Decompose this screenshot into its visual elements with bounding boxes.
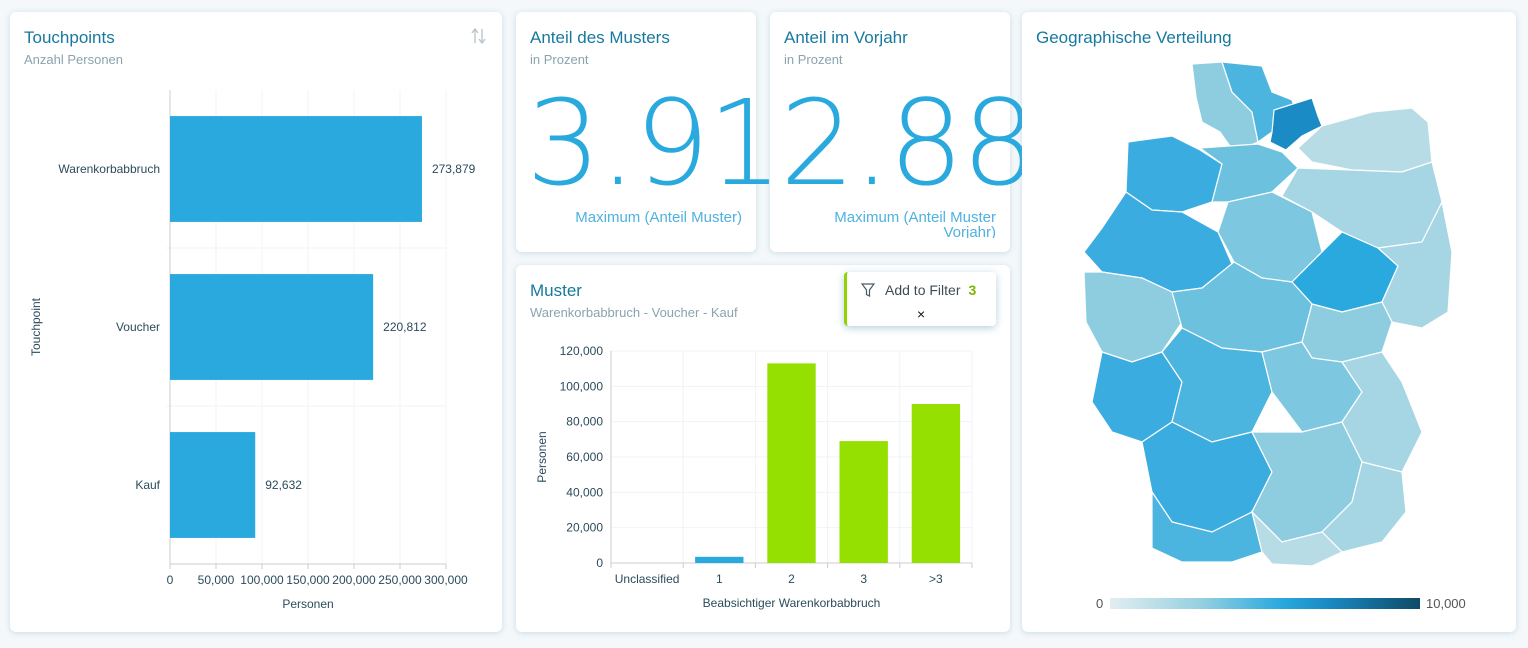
bar-value-label: 273,879 (432, 162, 476, 176)
card-title: Anteil des Musters (530, 28, 670, 47)
x-tick-label: Unclassified (615, 572, 680, 586)
y-tick-label: 80,000 (566, 415, 603, 429)
x-tick-label: 3 (860, 572, 867, 586)
bar-gt3 (911, 404, 961, 563)
y-tick-label: 100,000 (560, 379, 604, 393)
kpi-caption: Maximum (Anteil Muster) (575, 210, 742, 226)
x-tick-label: 200,000 (332, 573, 376, 587)
add-to-filter-label: Add to Filter (885, 282, 961, 298)
card-title: Anteil im Vorjahr (784, 28, 908, 47)
x-tick-label: 300,000 (424, 573, 468, 587)
y-tick-label: 120,000 (560, 344, 604, 358)
bar-warenkorbabbruch (170, 116, 422, 222)
germany-choropleth-map[interactable] (1022, 52, 1516, 612)
filter-count-badge: 3 (968, 282, 977, 298)
kpi-value: 2.88 (780, 74, 1037, 212)
muster-card: Muster Warenkorbabbruch - Voucher - Kauf… (516, 265, 1010, 632)
x-tick-label: 1 (716, 572, 723, 586)
legend-gradient-bar (1110, 598, 1420, 609)
geo-distribution-card: Geographische Verteilung 0 10,000 (1022, 12, 1516, 632)
x-tick-label: 0 (167, 573, 174, 587)
filter-funnel-icon (861, 282, 875, 297)
touchpoints-card: Touchpoints Anzahl Personen 0 50,000 100,0… (10, 12, 502, 632)
legend-min-label: 0 (1096, 596, 1104, 611)
legend-max-label: 10,000 (1426, 596, 1466, 611)
card-subtitle: in Prozent (530, 52, 589, 67)
bar-1 (695, 556, 744, 563)
y-tick-label: Kauf (135, 478, 160, 492)
y-tick-label: Voucher (116, 320, 160, 334)
kpi-value: 3.91 (526, 74, 783, 212)
x-axis-title: Beabsichtiger Warenkorbabbruch (703, 596, 881, 610)
anteil-muster-card: Anteil des Musters in Prozent 3.91 Maxim… (516, 12, 783, 252)
y-axis-title: Touchpoint (29, 297, 43, 356)
kpi-caption: Maximum (Anteil Muster Vorjahr) (834, 210, 996, 238)
card-subtitle: in Prozent (784, 52, 843, 67)
bar-value-label: 220,812 (383, 320, 427, 334)
x-tick-label: >3 (929, 572, 943, 586)
color-scale-legend: 0 10,000 (1096, 596, 1466, 612)
bar-kauf (170, 432, 256, 538)
card-title: Geographische Verteilung (1036, 28, 1232, 47)
x-tick-label: 250,000 (378, 573, 422, 587)
y-axis-title: Personen (535, 431, 549, 482)
x-tick-label: 50,000 (198, 573, 235, 587)
close-icon[interactable]: × (917, 306, 925, 322)
x-tick-label: 150,000 (286, 573, 330, 587)
x-axis-title: Personen (282, 597, 333, 611)
y-tick-label: 40,000 (566, 485, 603, 499)
bar-voucher (170, 274, 374, 380)
y-tick-label: 20,000 (566, 521, 603, 535)
add-to-filter-popup: Add to Filter 3 × (844, 272, 996, 326)
bar-value-label: 92,632 (265, 478, 302, 492)
x-tick-label: 2 (788, 572, 795, 586)
y-tick-label: 0 (596, 556, 603, 570)
bar-2 (767, 363, 816, 563)
y-tick-label: Warenkorbabbruch (58, 162, 160, 176)
x-tick-label: 100,000 (240, 573, 284, 587)
bar-3 (839, 441, 888, 563)
touchpoints-bar-chart: 0 50,000 100,000 150,000 200,000 250,000 300,0… (29, 90, 476, 611)
add-to-filter-button[interactable]: Add to Filter 3 (861, 282, 976, 298)
y-tick-label: 60,000 (566, 450, 603, 464)
anteil-vorjahr-card: Anteil im Vorjahr in Prozent 2.88 Maximu… (770, 12, 1037, 252)
